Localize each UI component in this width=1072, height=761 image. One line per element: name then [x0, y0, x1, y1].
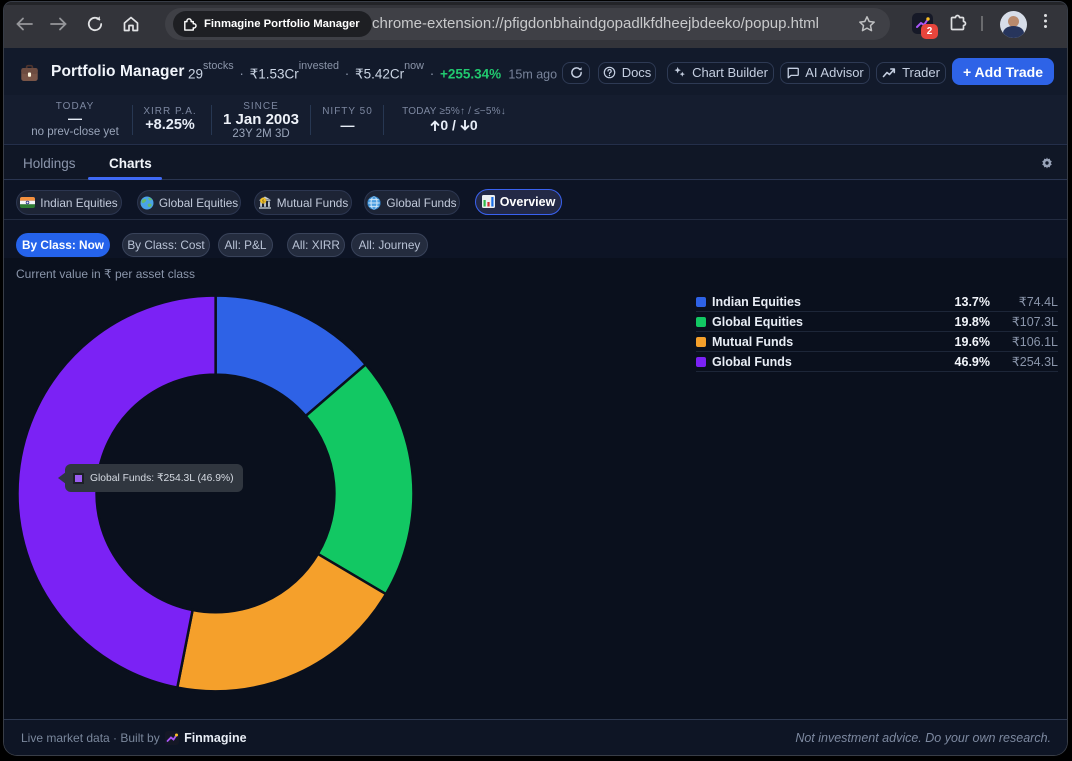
svg-text:$: $: [262, 198, 265, 204]
